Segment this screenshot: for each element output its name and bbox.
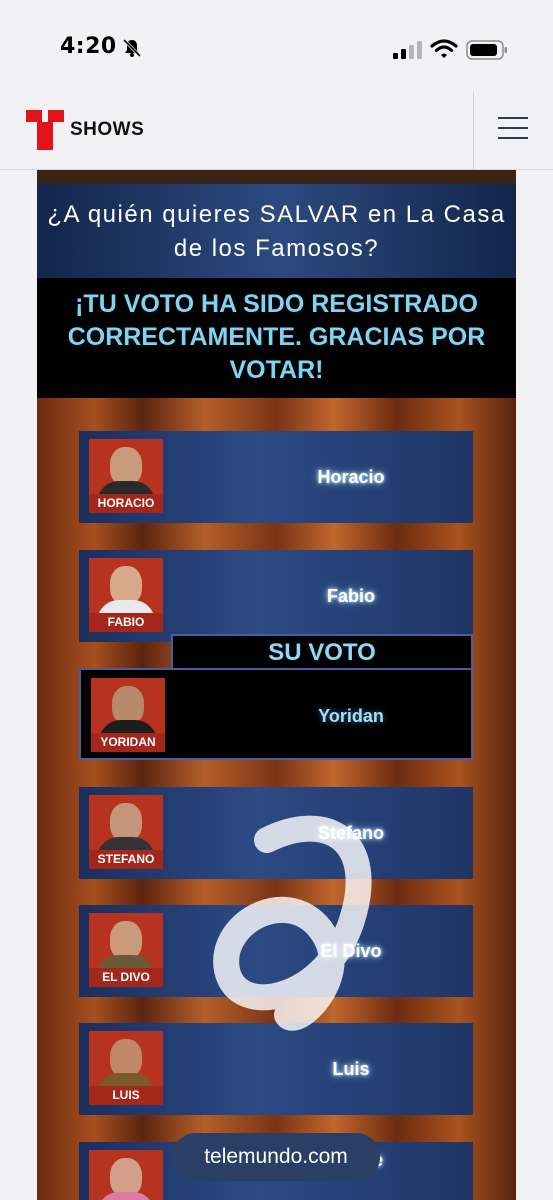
contestant-photo: STEFANO [89,795,163,869]
cellular-signal-icon [393,41,422,59]
contestant-name: Yoridan [318,706,384,726]
your-vote-banner: SU VOTO [171,634,473,670]
contestant-card-fabio[interactable]: FABIO Fabio [79,550,473,642]
contestant-photo: EL DIVO [89,913,163,987]
contestant-photo [89,1150,163,1200]
contestant-tag: YORIDAN [91,733,165,752]
contestant-name: Horacio [317,467,385,487]
contestant-photo: LUIS [89,1031,163,1105]
vote-confirmation: ¡TU VOTO HA SIDO REGISTRADO CORRECTAMENT… [37,278,516,398]
contestant-card-horacio[interactable]: HORACIO Horacio [79,431,473,523]
poll-question: ¿A quién quieres SALVAR en La Casa de lo… [37,184,516,278]
contestant-tag: FABIO [89,613,163,632]
telemundo-logo-icon[interactable] [26,110,64,150]
contestant-tag: STEFANO [89,850,163,869]
brand-label[interactable]: SHOWS [70,119,144,141]
contestant-photo: FABIO [89,558,163,632]
clock: 4:20 [60,34,117,59]
url-pill[interactable]: telemundo.com [172,1133,380,1181]
contestant-tag: EL DIVO [89,968,163,987]
contestant-name: Fabio [327,586,375,606]
status-bar: 4:20 [0,0,553,92]
contestant-card-yoridan[interactable]: YORIDAN Yoridan [79,668,473,760]
hamburger-menu-icon[interactable] [498,117,528,143]
battery-icon [466,40,507,60]
bell-muted-icon [122,38,142,58]
contestant-photo: YORIDAN [91,678,165,752]
contestant-tag: HORACIO [89,494,163,513]
contestant-tag: LUIS [89,1086,163,1105]
contestant-photo: HORACIO [89,439,163,513]
nav-divider [473,92,474,170]
wifi-icon [430,39,458,58]
site-header: SHOWS [0,92,553,170]
loading-spinner-icon [213,815,372,1031]
vote-poll: ¿A quién quieres SALVAR en La Casa de lo… [37,170,516,1200]
poll-top-strip [37,170,516,184]
